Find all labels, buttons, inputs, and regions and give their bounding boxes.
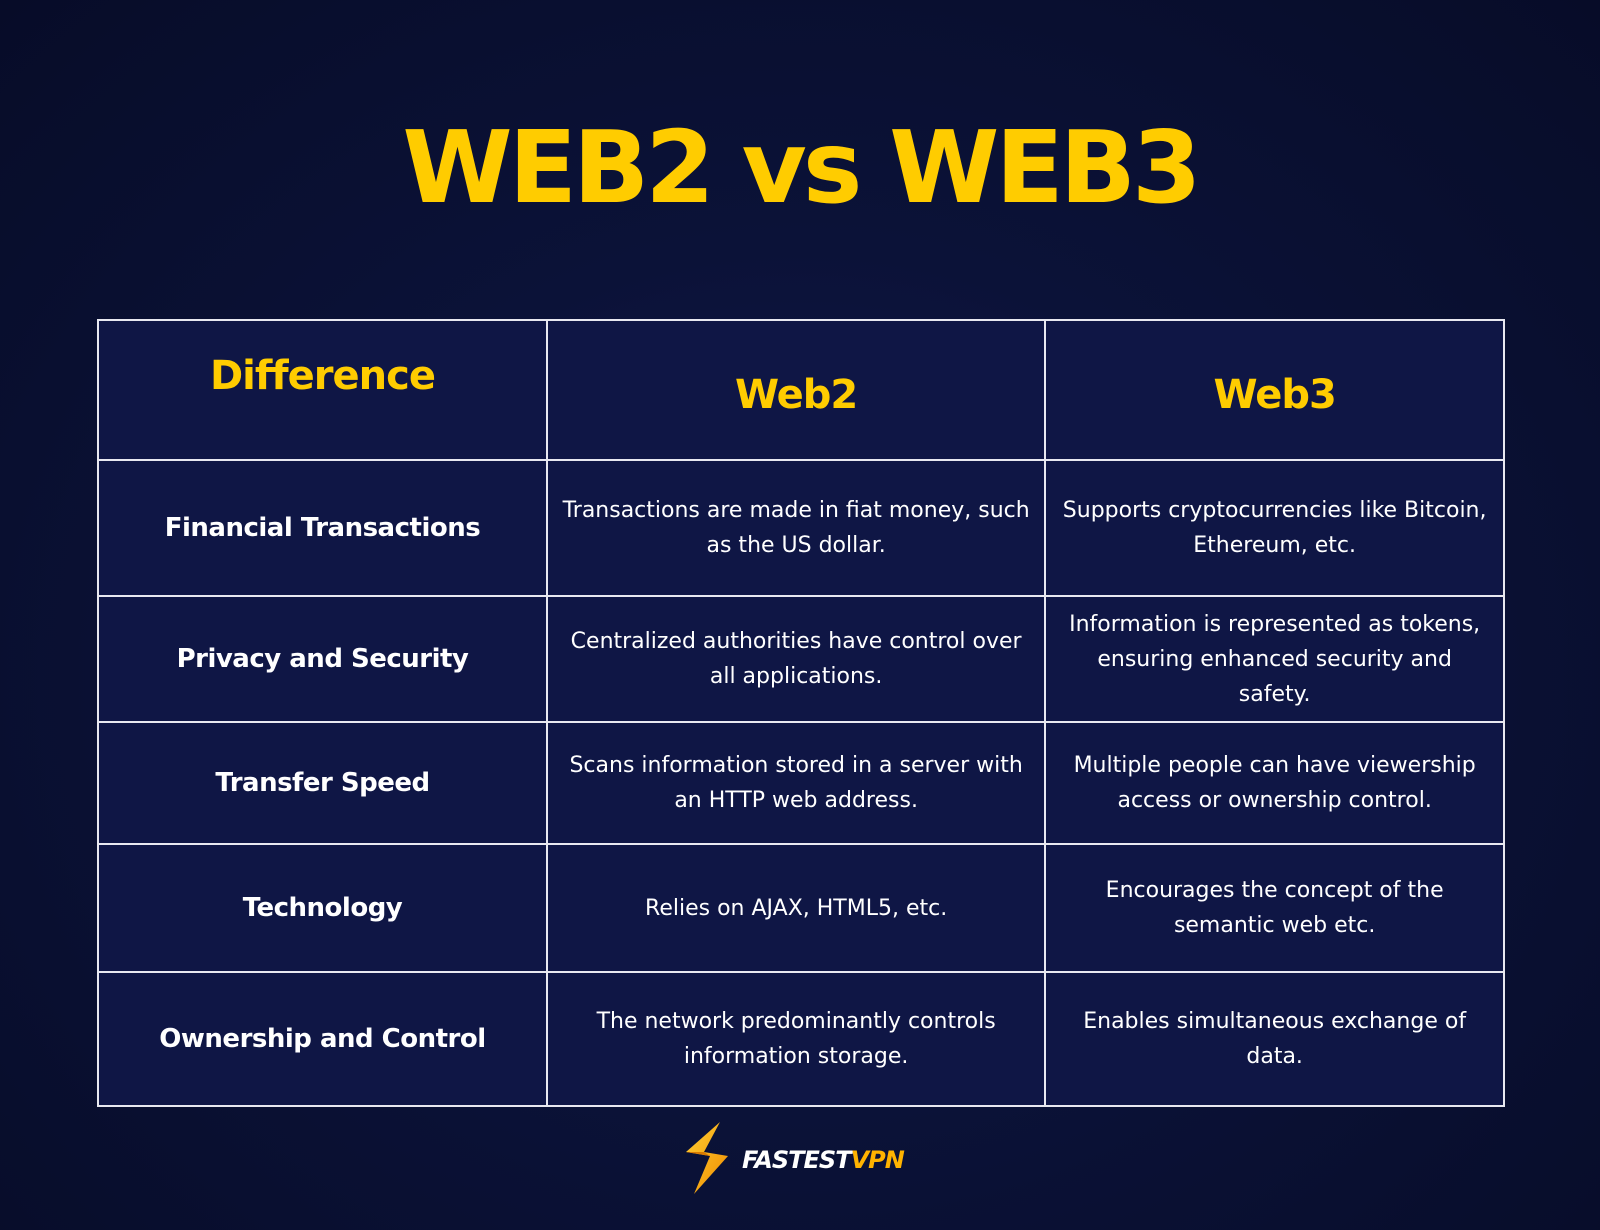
header-web3: Web3 [1044,319,1505,461]
row-web3: Information is represented as tokens, en… [1044,595,1505,723]
table-row: Technology Relies on AJAX, HTML5, etc. E… [97,843,1505,973]
table-row: Privacy and Security Centralized authori… [97,595,1505,723]
table-row: Financial Transactions Transactions are … [97,459,1505,597]
row-web2: Transactions are made in fiat money, suc… [545,459,1047,597]
lightning-bolt-icon [680,1121,732,1199]
row-difference: Financial Transactions [97,459,548,597]
row-web2: Centralized authorities have control ove… [545,595,1047,723]
header-difference: Difference [97,319,548,461]
row-web2: Scans information stored in a server wit… [545,721,1047,845]
table-header-row: Difference Web2 Web3 [97,319,1505,461]
page-title: WEB2 vs WEB3 [402,109,1201,226]
table-row: Transfer Speed Scans information stored … [97,721,1505,845]
table-row: Ownership and Control The network predom… [97,971,1505,1107]
header-web2: Web2 [545,319,1047,461]
row-web3: Encourages the concept of the semantic w… [1044,843,1505,973]
logo-text-fastest: FASTEST [742,1146,852,1174]
row-web2: Relies on AJAX, HTML5, etc. [545,843,1047,973]
row-difference: Privacy and Security [97,595,548,723]
row-difference: Transfer Speed [97,721,548,845]
row-difference: Ownership and Control [97,971,548,1107]
logo-text: FASTESTVPN [742,1146,905,1174]
row-web3: Multiple people can have viewership acce… [1044,721,1505,845]
row-web2: The network predominantly controls infor… [545,971,1047,1107]
logo-text-vpn: VPN [850,1146,905,1174]
fastestvpn-logo: FASTESTVPN [680,1121,905,1195]
row-difference: Technology [97,843,548,973]
row-web3: Enables simultaneous exchange of data. [1044,971,1505,1107]
comparison-table: Difference Web2 Web3 Financial Transacti… [97,319,1505,1107]
row-web3: Supports cryptocurrencies like Bitcoin, … [1044,459,1505,597]
